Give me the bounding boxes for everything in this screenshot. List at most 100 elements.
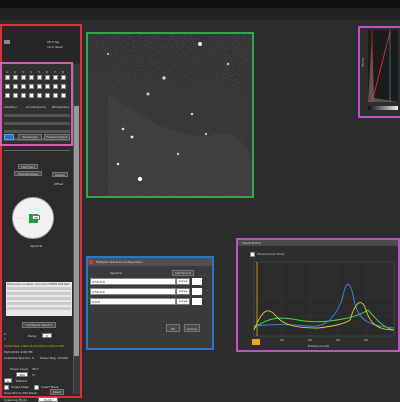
laser-checkbox[interactable] — [29, 84, 34, 89]
menu-bar — [0, 8, 400, 20]
invert-mask-checkbox[interactable] — [34, 385, 39, 390]
available-spectra-text: Available Spectra: 0 — [4, 356, 34, 360]
x-tick: 30 — [336, 338, 340, 342]
laser-checkbox-row — [2, 75, 72, 82]
dialog-title: Multiple Spectral Configuration — [96, 260, 143, 264]
collapse-icon[interactable] — [4, 40, 10, 44]
single-mask-label: Single Mask — [11, 385, 29, 389]
laser-label: Rhodamine — [52, 105, 70, 109]
mode-button-left[interactable] — [4, 134, 14, 140]
laser-checkbox[interactable] — [5, 84, 10, 89]
laser-checkbox[interactable] — [61, 84, 66, 89]
percent-label: % — [32, 373, 35, 377]
mode-button-rectangle[interactable]: Rectangle — [18, 134, 42, 140]
save-roi-label[interactable]: Save ROI to ROI Mask — [4, 391, 37, 395]
table-row[interactable] — [7, 287, 71, 290]
laser-checkbox[interactable] — [21, 75, 26, 80]
table-row[interactable] — [7, 302, 71, 305]
laser-checkbox[interactable] — [37, 84, 42, 89]
table-row[interactable] — [7, 307, 71, 310]
center-button[interactable]: Center — [52, 172, 68, 177]
type-select[interactable]: Curve — [176, 288, 190, 295]
laser-checkbox[interactable] — [53, 75, 58, 80]
laser-checkbox[interactable] — [13, 75, 18, 80]
divider — [4, 150, 70, 151]
laser-number: 3 — [22, 70, 24, 74]
scrollbar-thumb[interactable] — [74, 106, 79, 356]
laser-number: 1 — [6, 70, 8, 74]
spectral-config-dialog: Multiple Spectral Configuration Spectra … — [86, 256, 214, 350]
configure-spectro-button[interactable]: Configure Spectro — [22, 322, 56, 328]
date-text: 8/21/2019 4:06 PM — [4, 350, 33, 354]
type-select[interactable]: Curve — [176, 298, 190, 305]
spectral-table: Filename Location Current FWHM kHz Ref — [6, 282, 72, 316]
laser-checkbox[interactable] — [37, 75, 42, 80]
fast-fwd-button[interactable]: Fast Fwd — [18, 164, 38, 169]
laser-checkbox[interactable] — [61, 75, 66, 80]
value-input[interactable] — [192, 278, 202, 285]
slider-track[interactable] — [4, 122, 70, 125]
value-input[interactable] — [192, 298, 202, 305]
laser-checkbox-row — [2, 84, 72, 91]
panel-header: 20.5 fps 10.0 dwell — [2, 26, 80, 62]
table-row[interactable] — [7, 292, 71, 295]
delay-label: Delay — [28, 334, 37, 338]
laser-checkbox[interactable] — [37, 93, 42, 98]
single-mask-checkbox[interactable] — [4, 385, 9, 390]
laser-number: 6 — [46, 70, 48, 74]
scanning-mode-label: Scanning Mode — [4, 398, 27, 402]
laser-checkbox[interactable] — [29, 75, 34, 80]
laser-checkbox[interactable] — [13, 84, 18, 89]
laser-checkbox-row — [2, 93, 72, 100]
fast-size-input[interactable]: 25 — [32, 215, 40, 220]
laser-checkbox[interactable] — [45, 84, 50, 89]
laser-number: 2 — [14, 70, 16, 74]
slider-track[interactable] — [4, 114, 70, 117]
cursor-handle[interactable] — [252, 339, 260, 345]
laser-checkbox[interactable] — [61, 93, 66, 98]
image-viewer[interactable] — [86, 32, 254, 198]
laser-checkbox[interactable] — [5, 75, 10, 80]
mode-button-freeform[interactable]: Freeform/Spot — [44, 134, 70, 140]
laser-number: 4 — [30, 70, 32, 74]
laser-checkbox[interactable] — [53, 84, 58, 89]
power-level-value: 28.7 — [32, 367, 39, 371]
cancel-button[interactable]: Cancel — [184, 324, 200, 332]
fps-readout: 20.5 fps — [47, 40, 60, 44]
table-header: Filename Location Current FWHM kHz Ref — [7, 282, 70, 286]
type-select[interactable]: Curve — [176, 278, 190, 285]
spectra-file-input[interactable] — [90, 288, 176, 295]
value-input[interactable] — [192, 288, 202, 295]
laser-checkbox[interactable] — [53, 93, 58, 98]
laser-checkbox[interactable] — [29, 93, 34, 98]
preview-area-button[interactable]: Preview/Area — [14, 171, 42, 176]
table-row[interactable] — [7, 297, 71, 300]
laser-checkbox[interactable] — [13, 93, 18, 98]
laser-number: 5 — [38, 70, 40, 74]
calibration-date-text: Calibration Date: 8/21/2019 4:06:04 PM — [4, 344, 64, 348]
power-input[interactable]: 100 — [16, 372, 28, 377]
reset-button[interactable]: Reset — [50, 389, 64, 395]
laser-checkbox[interactable] — [5, 93, 10, 98]
laser-checkbox[interactable] — [21, 93, 26, 98]
control-panel: 20.5 fps 10.0 dwell 1 2 3 4 5 6 7 8 Alex… — [0, 24, 82, 402]
add-spectra-button[interactable]: Add Spectr — [172, 270, 194, 276]
spectrum-plot[interactable] — [238, 240, 398, 350]
laser-checkbox[interactable] — [45, 75, 50, 80]
delay-input[interactable]: 0 — [42, 333, 52, 338]
laser-number: 7 — [54, 70, 56, 74]
ok-button[interactable]: OK — [166, 324, 180, 332]
method-input[interactable]: 1 — [4, 378, 12, 383]
close-icon[interactable] — [89, 260, 93, 264]
fast-size-label: Fast Size — [16, 216, 30, 220]
laser-checkbox[interactable] — [21, 84, 26, 89]
slider-track[interactable] — [4, 130, 70, 133]
spectra-file-input[interactable] — [90, 298, 176, 305]
power-reg-text: Power Reg: 40.000 — [40, 356, 69, 360]
laser-checkbox[interactable] — [45, 93, 50, 98]
spectra-file-input[interactable] — [90, 278, 176, 285]
x-label: X — [4, 332, 7, 336]
laser-number: 8 — [62, 70, 64, 74]
x-tick: 10 — [280, 338, 284, 342]
microscopy-image — [88, 34, 252, 196]
